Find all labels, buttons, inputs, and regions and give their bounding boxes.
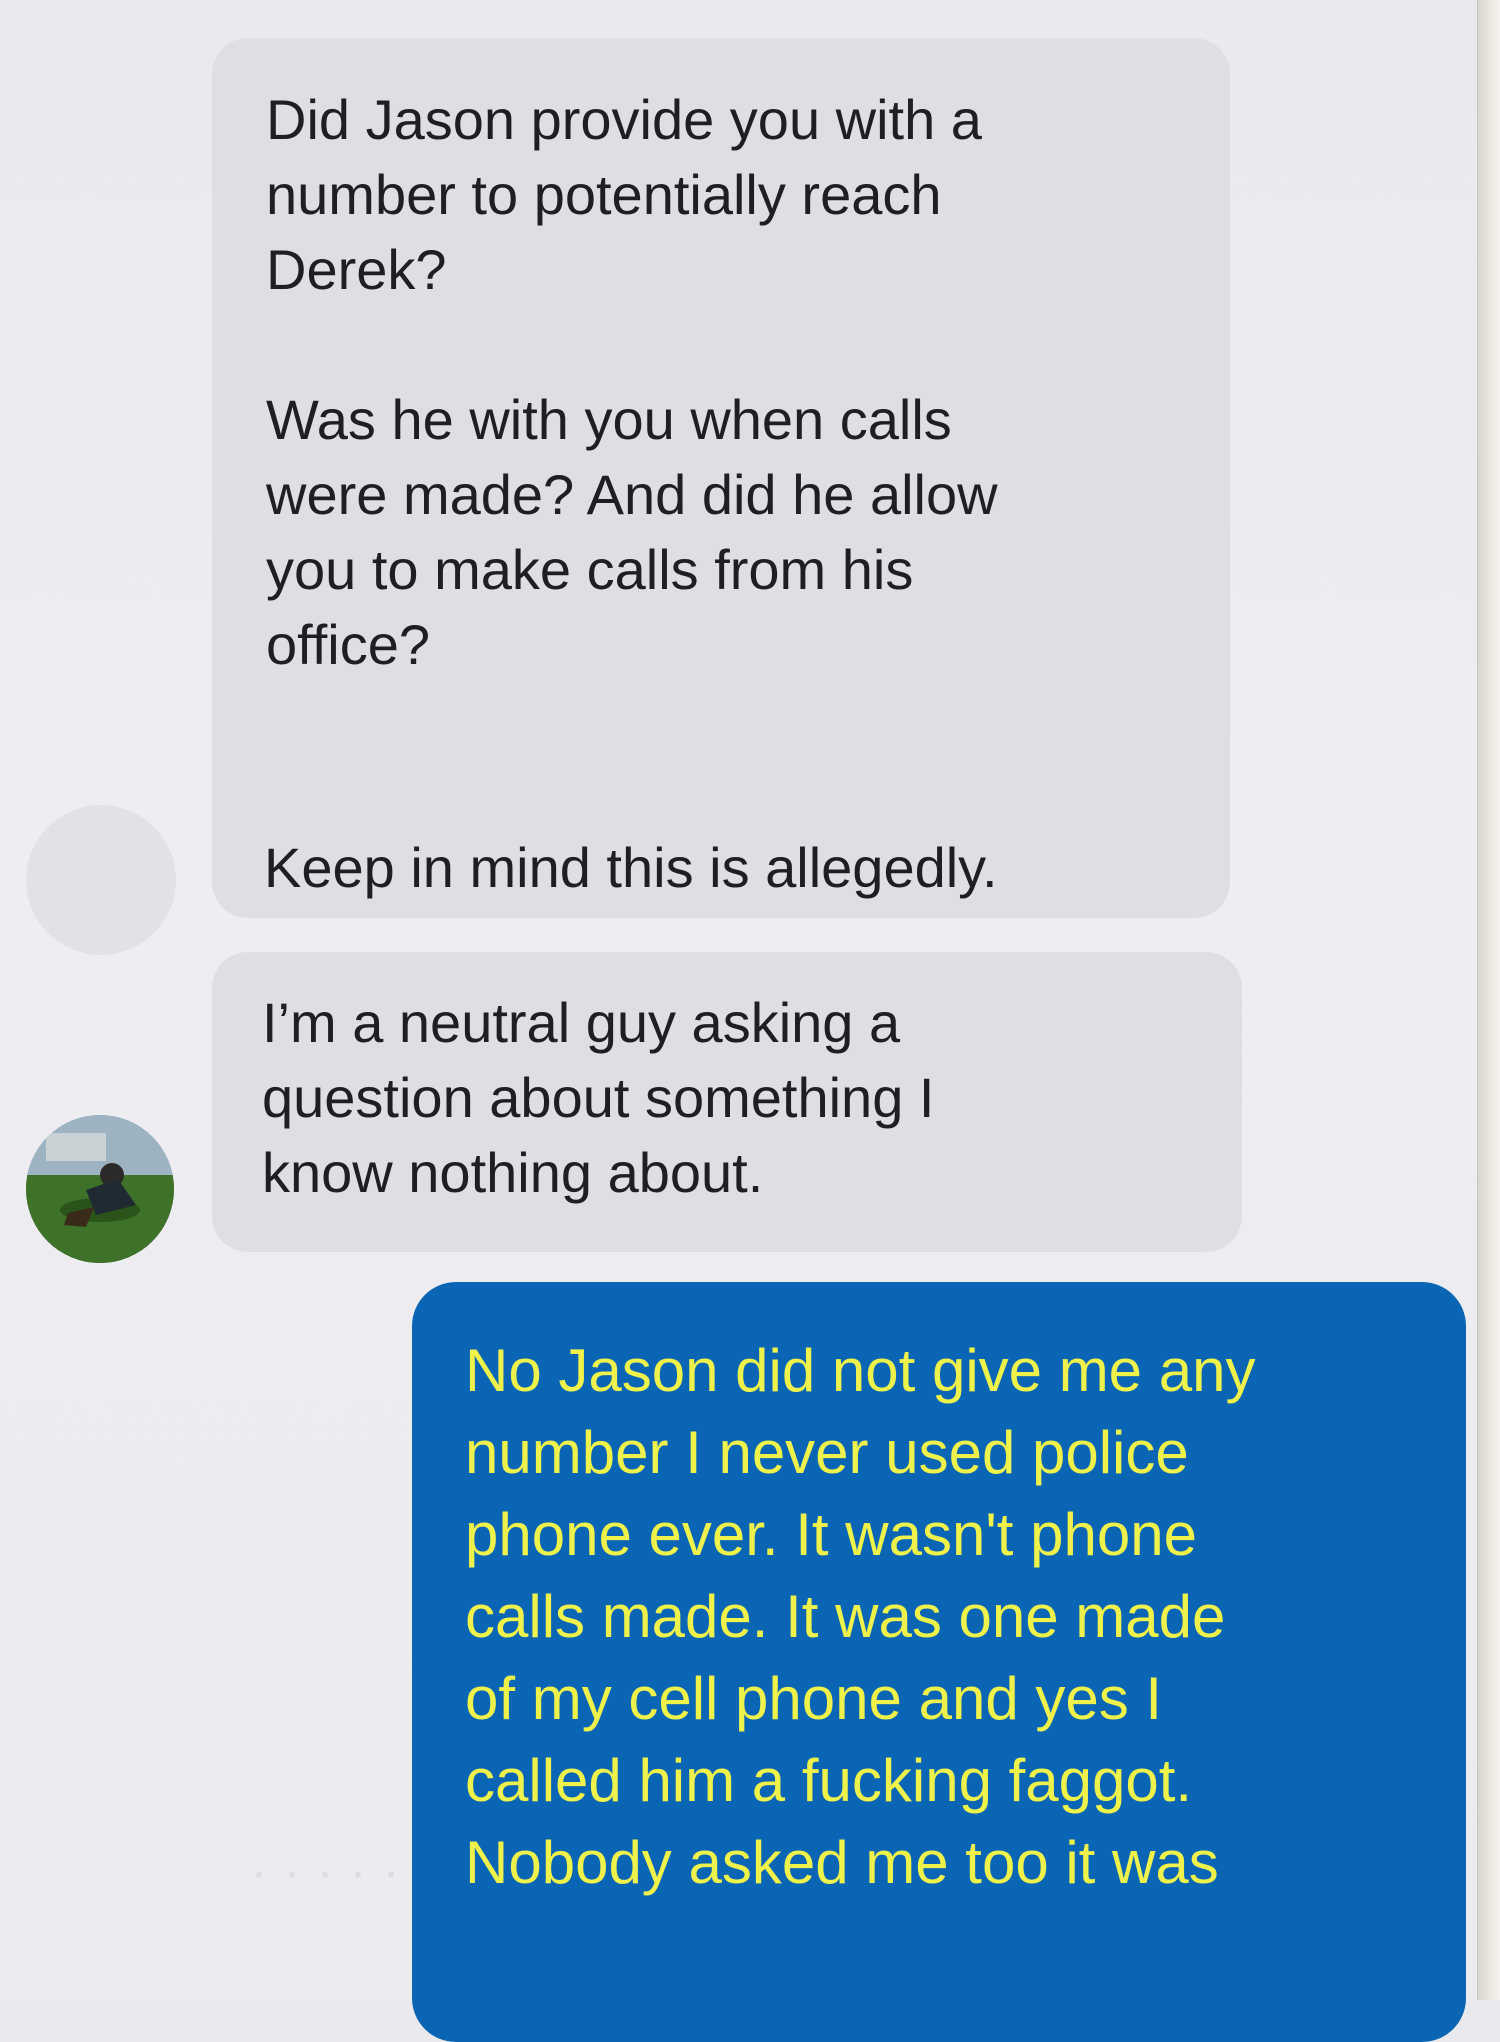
avatar[interactable]: [26, 1115, 174, 1263]
outgoing-message-text: No Jason did not give me any number I ne…: [465, 1337, 1256, 1896]
avatar-photo-icon: [26, 1115, 174, 1263]
incoming-message-text: Keep in mind this is allegedly.: [264, 836, 998, 899]
message-thread: · · · · · · · · · · · · · · · · · · · · …: [0, 0, 1478, 2042]
paper-edge: [1477, 0, 1500, 2000]
bleed-through-text: · · · · ·: [250, 1841, 400, 1901]
incoming-message-text: Did Jason provide you with a number to p…: [266, 88, 998, 676]
incoming-message-text: I’m a neutral guy asking a question abou…: [262, 991, 935, 1204]
avatar-faded: [26, 805, 176, 955]
